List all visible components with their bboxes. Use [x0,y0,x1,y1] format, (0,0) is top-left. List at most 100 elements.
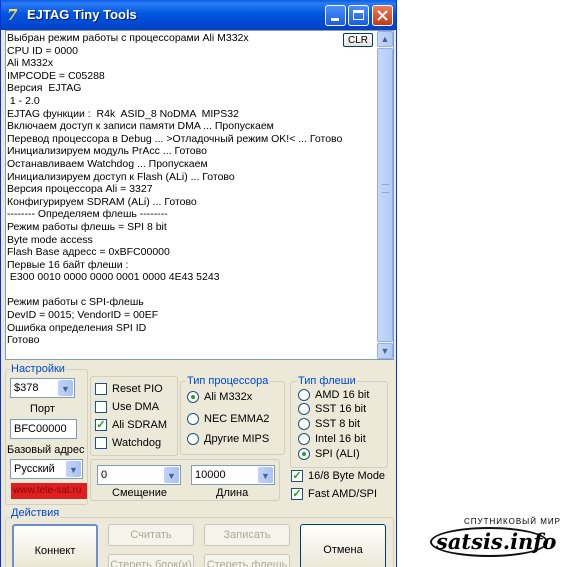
flash-type-title: Тип флеши [297,375,357,387]
log-line: Byte mode access [7,233,93,246]
checkbox-label: Fast AMD/SPI [308,488,378,500]
scroll-down-button[interactable]: ▼ [377,343,393,359]
check-icon: ✓ [291,470,303,482]
radio-label: NEC EMMA2 [204,413,270,425]
radio-label: SPI (ALI) [315,448,360,460]
length-label: Длина [216,487,249,499]
radio-dot [298,418,310,430]
checkbox-label: 16/8 Byte Mode [308,470,386,482]
log-line: -------- Определяем флешь -------- [7,208,168,221]
port-label: Порт [30,403,55,415]
chevron-down-icon: ▼ [58,380,73,396]
log-line: Перевод процессора в Debug ... >Отладочн… [7,132,343,145]
close-button[interactable] [372,5,393,26]
radio-dot [187,413,199,425]
log-line: Останавливаем Watchdog ... Пропускаем [7,157,208,170]
log-line: EJTAG функции : R4k ASID_8 NoDMA MIPS32 [7,107,239,120]
watermark-top-text: СПУТНИКОВЫЙ МИР [464,517,561,526]
log-line: Режим работы флешь = SPI 8 bit [7,220,167,233]
chevron-down-icon: ▼ [258,467,273,483]
log-line: Готово [7,334,40,347]
log-line: Ошибка определения SPI ID [7,321,147,334]
erase-flash-button[interactable]: Стереть флешь [204,554,290,567]
site-banner: www.tele-sat.ru [11,483,87,499]
minimize-button[interactable] [325,5,346,26]
close-icon [377,10,388,21]
log-lines: Выбран режим работы с процессорами Ali M… [7,32,379,347]
check-icon: ✓ [95,419,107,431]
radio-label: Intel 16 bit [315,433,366,445]
port-select[interactable]: $378 ▼ [10,378,75,398]
radio-label: AMD 16 bit [315,389,370,401]
language-value: Русский [14,463,55,475]
minimize-icon [331,18,339,21]
scroll-up-button[interactable]: ▲ [377,31,393,47]
radio-label: Другие MIPS [204,433,270,445]
clear-log-button[interactable]: CLR [343,33,373,47]
radio-label: SST 8 bit [315,418,361,430]
log-line: Выбран режим работы с процессорами Ali M… [7,32,249,44]
checkbox-label: Reset PIO [112,383,163,395]
language-select[interactable]: Русский ▼ [10,459,83,479]
actions-title: Действия [10,507,61,519]
log-line: Инициализируем доступ к Flash (ALi) ... … [7,170,235,183]
maximize-icon [353,10,364,20]
app-window: 7 EJTAG Tiny Tools Выбран режим работы с… [0,0,397,567]
port-value: $378 [14,382,39,394]
log-line: 1 - 2.0 [7,94,40,107]
log-line: CPU ID = 0000 [7,44,78,57]
checkbox-box [95,383,107,395]
log-line: Flash Base адресс = 0xBFC00000 [7,246,170,259]
read-button[interactable]: Считать [108,524,194,546]
watermark-brand: satsis.info [436,529,557,554]
base-address-input[interactable]: BFC00000 [10,419,77,439]
log-line: IMPCODE = C05288 [7,69,105,82]
cancel-button[interactable]: Отмена [300,524,386,567]
title-bar[interactable]: 7 EJTAG Tiny Tools [1,0,396,30]
chevron-down-icon: ▼ [164,467,179,483]
chevron-down-icon: ▼ [66,461,81,477]
watermark-logo: СПУТНИКОВЫЙ МИР satsis.info [426,517,576,565]
cpu-type-title: Тип процессора [186,375,270,387]
offset-label: Смещение [112,487,168,499]
length-select[interactable]: 10000 ▼ [191,465,275,485]
scroll-thumb[interactable] [377,48,393,342]
log-line: Ali M332x [7,57,54,70]
log-scrollbar[interactable]: ▲ ▼ [377,31,393,359]
radio-dot [187,391,199,403]
log-output[interactable]: Выбран режим работы с процессорами Ali M… [5,30,394,360]
radio-label: Ali M332x [204,391,253,403]
checkbox-label: Ali SDRAM [112,419,168,431]
radio-dot [187,433,199,445]
base-address-label: Базовый адрес [7,444,85,456]
checkbox-label: Use DMA [112,401,160,413]
log-line: Включаем доступ к записи памяти DMA ... … [7,120,274,133]
radio-dot [298,389,310,401]
write-button[interactable]: Записать [204,524,290,546]
checkbox-box [95,437,107,449]
log-line: Версия EJTAG [7,82,82,95]
connect-button[interactable]: Коннект [12,524,98,567]
checkbox-box [95,401,107,413]
radio-dot [298,433,310,445]
log-line: Конфигурируем SDRAM (ALi) ... Готово [7,195,197,208]
log-line: Версия процессора Ali = 3327 [7,183,153,196]
erase-block-button[interactable]: Стереть блок(и) [108,554,194,567]
grip-icon [382,184,389,193]
offset-value: 0 [101,469,108,481]
check-icon: ✓ [291,488,303,500]
radio-dot [298,448,310,460]
offset-select[interactable]: 0 ▼ [97,465,181,485]
log-line: DevID = 0015; VendorID = 00EF [7,309,159,322]
length-value: 10000 [195,469,226,481]
window-title: EJTAG Tiny Tools [27,7,137,22]
radio-label: SST 16 bit [315,403,367,415]
maximize-button[interactable] [348,5,369,26]
settings-title: Настройки [10,363,66,375]
log-line: E300 0010 0000 0000 0001 0000 4E43 5243 [7,271,220,284]
app-icon: 7 [7,6,18,24]
log-line: Режим работы с SPI-флешь [7,296,144,309]
radio-dot [298,403,310,415]
checkbox-label: Watchdog [112,437,162,449]
